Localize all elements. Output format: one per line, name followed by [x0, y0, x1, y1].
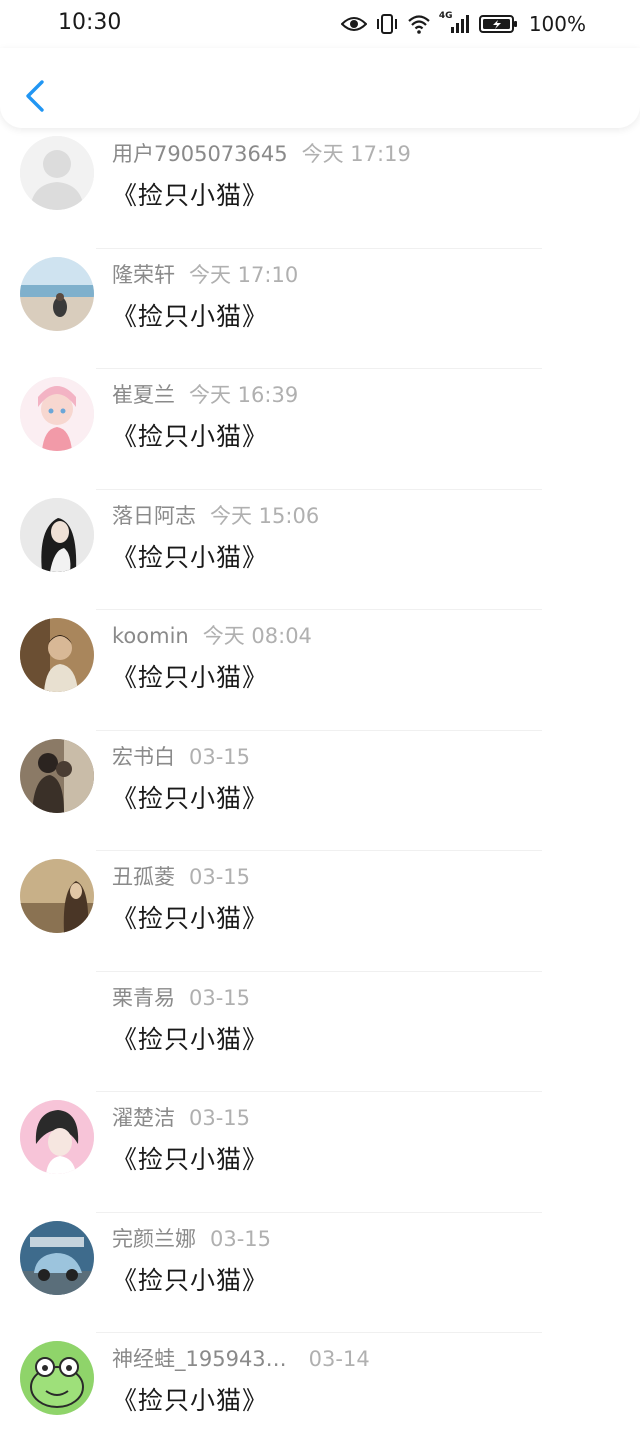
timestamp: 03-15	[189, 985, 251, 1010]
username[interactable]: 宏书白	[112, 745, 175, 769]
avatar[interactable]	[20, 980, 94, 1054]
frog-avatar-icon	[20, 1341, 94, 1415]
timestamp: 03-15	[189, 1106, 251, 1130]
anime-girl-avatar-icon	[20, 377, 94, 451]
item-meta: 濯楚洁 03-15	[112, 1102, 250, 1132]
chevron-left-icon	[26, 80, 44, 112]
item-meta: 完颜兰娜 03-15	[112, 1223, 271, 1253]
book-title[interactable]: 《捡只小猫》	[112, 297, 268, 333]
status-icons: 4G 100%	[340, 10, 586, 38]
car-avatar-icon	[20, 1220, 94, 1295]
timestamp: 今天 17:10	[189, 262, 299, 287]
list-item[interactable]: 栗青易 03-15 《捡只小猫》	[0, 972, 640, 1092]
top-bar	[0, 48, 640, 128]
book-title[interactable]: 《捡只小猫》	[112, 1140, 268, 1176]
timestamp: 03-14	[308, 1347, 370, 1371]
book-title[interactable]: 《捡只小猫》	[112, 658, 268, 694]
avatar[interactable]	[20, 1341, 94, 1415]
list-item[interactable]: 濯楚洁 03-15 《捡只小猫》	[0, 1092, 640, 1213]
item-meta: 落日阿志 今天 15:06	[112, 500, 319, 530]
avatar[interactable]	[20, 256, 94, 331]
vibrate-icon	[376, 14, 397, 34]
timestamp: 今天 16:39	[189, 383, 299, 407]
username[interactable]: 落日阿志	[112, 504, 196, 528]
book-title[interactable]: 《捡只小猫》	[112, 1261, 268, 1297]
battery-icon	[478, 15, 517, 33]
timestamp: 03-15	[189, 865, 251, 889]
default-avatar-icon	[20, 136, 94, 210]
list-item[interactable]: 宏书白 03-15 《捡只小猫》	[0, 731, 640, 851]
username[interactable]: 崔夏兰	[112, 383, 175, 407]
avatar[interactable]	[20, 618, 94, 692]
list-item[interactable]: 隆荣轩 今天 17:10 《捡只小猫》	[0, 249, 640, 369]
username[interactable]: 完颜兰娜	[112, 1227, 196, 1251]
username[interactable]: koomin	[112, 624, 189, 648]
timestamp: 03-15	[189, 744, 251, 769]
item-meta: 隆荣轩 今天 17:10	[112, 259, 298, 289]
username[interactable]: 神经蛙_195943…	[112, 1347, 287, 1371]
eye-icon	[340, 17, 367, 31]
timestamp: 今天 08:04	[202, 624, 312, 648]
signal-icon: 4G	[439, 11, 471, 35]
book-title[interactable]: 《捡只小猫》	[112, 538, 268, 574]
list-item[interactable]: 神经蛙_195943… 03-14 《捡只小猫》	[0, 1333, 640, 1454]
wifi-icon	[408, 15, 430, 34]
list-item[interactable]: 用户7905073645 今天 17:19 《捡只小猫》	[0, 128, 640, 249]
list-item[interactable]: 落日阿志 今天 15:06 《捡只小猫》	[0, 490, 640, 610]
username[interactable]: 丑孤菱	[112, 865, 175, 889]
avatar[interactable]	[20, 1100, 94, 1174]
boy-avatar-icon	[20, 618, 94, 692]
avatar[interactable]	[20, 859, 94, 933]
beach-avatar-icon	[20, 256, 94, 331]
avatar[interactable]	[20, 1220, 94, 1295]
timestamp: 03-15	[210, 1226, 272, 1251]
list-item[interactable]: 丑孤菱 03-15 《捡只小猫》	[0, 851, 640, 972]
item-meta: 用户7905073645 今天 17:19	[112, 138, 411, 168]
username[interactable]: 隆荣轩	[112, 263, 175, 287]
couple-avatar-icon	[20, 738, 94, 813]
username[interactable]: 濯楚洁	[112, 1106, 175, 1130]
dark-hair-girl-avatar-icon	[20, 497, 94, 572]
sepia-girl-avatar-icon	[20, 859, 94, 933]
book-title[interactable]: 《捡只小猫》	[112, 1020, 268, 1056]
pink-girl-avatar-icon	[20, 1100, 94, 1174]
book-title[interactable]: 《捡只小猫》	[112, 779, 268, 815]
item-meta: 神经蛙_195943… 03-14	[112, 1343, 370, 1373]
back-button[interactable]	[22, 76, 50, 116]
item-meta: 丑孤菱 03-15	[112, 861, 250, 891]
user-list: 用户7905073645 今天 17:19 《捡只小猫》 隆荣轩 今天 17:10 …	[0, 128, 640, 1454]
list-item[interactable]: koomin 今天 08:04 《捡只小猫》	[0, 610, 640, 731]
book-title[interactable]: 《捡只小猫》	[112, 899, 268, 935]
battery-percent: 100%	[528, 12, 586, 36]
avatar[interactable]	[20, 738, 94, 813]
status-bar: 10:30 4G 100%	[0, 0, 640, 48]
book-title[interactable]: 《捡只小猫》	[112, 176, 268, 212]
list-item[interactable]: 崔夏兰 今天 16:39 《捡只小猫》	[0, 369, 640, 490]
item-meta: 崔夏兰 今天 16:39	[112, 379, 298, 409]
book-title[interactable]: 《捡只小猫》	[112, 1381, 268, 1417]
status-time: 10:30	[58, 10, 122, 35]
list-item[interactable]: 完颜兰娜 03-15 《捡只小猫》	[0, 1213, 640, 1333]
timestamp: 今天 17:19	[301, 142, 411, 166]
username[interactable]: 用户7905073645	[112, 142, 288, 166]
avatar[interactable]	[20, 136, 94, 210]
username[interactable]: 栗青易	[112, 986, 175, 1010]
item-meta: 栗青易 03-15	[112, 982, 250, 1012]
item-meta: 宏书白 03-15	[112, 741, 250, 771]
avatar[interactable]	[20, 497, 94, 572]
timestamp: 今天 15:06	[210, 503, 320, 528]
book-title[interactable]: 《捡只小猫》	[112, 417, 268, 453]
item-meta: koomin 今天 08:04	[112, 620, 312, 650]
avatar[interactable]	[20, 377, 94, 451]
